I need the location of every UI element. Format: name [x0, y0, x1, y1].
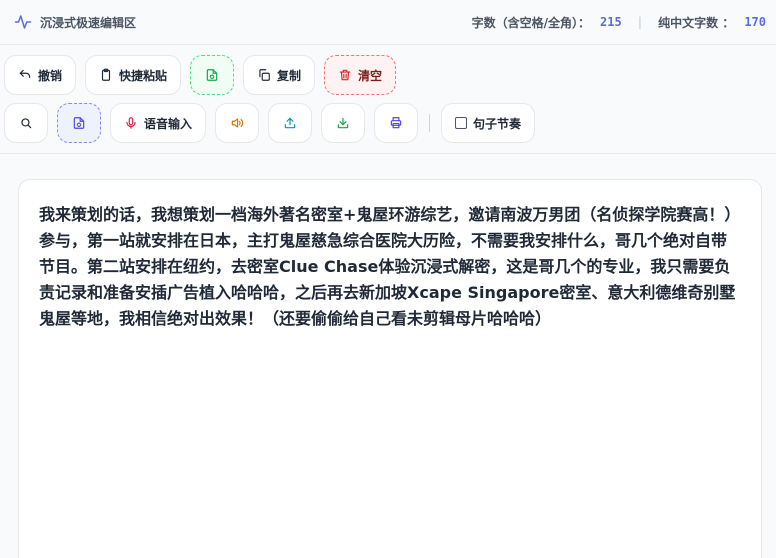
word-stats: 字数（含空格/全角）： 215 | 纯中文字数 ： 170: [472, 14, 766, 31]
header-bar: 沉浸式极速编辑区 字数（含空格/全角）： 215 | 纯中文字数 ： 170: [0, 0, 776, 44]
toolbar-secondary: 语音输入 句子节奏: [4, 103, 536, 143]
upload-icon: [284, 117, 296, 129]
upload-button[interactable]: [268, 103, 313, 143]
stats-separator: |: [637, 15, 643, 29]
undo-icon: [19, 69, 31, 78]
char-count-label: 字数（含空格/全角）：: [471, 15, 591, 30]
undo-button[interactable]: 撤销: [4, 55, 77, 95]
file-sync-icon: [73, 117, 85, 129]
toolbar-primary: 撤销 快捷粘贴 复制 清空: [4, 55, 397, 95]
quick-paste-button[interactable]: 快捷粘贴: [85, 55, 182, 95]
clipboard-icon: [101, 68, 111, 81]
brand: 沉浸式极速编辑区: [14, 13, 136, 31]
format-file-button[interactable]: [57, 103, 101, 143]
sentence-rhythm-checkbox[interactable]: [455, 117, 468, 129]
quick-paste-label: 快捷粘贴: [119, 68, 168, 83]
copy-label: 复制: [277, 68, 302, 83]
pure-chinese-label: 纯中文字数 ：: [658, 15, 735, 30]
file-convert-icon: [206, 69, 218, 81]
toolbar-divider: [0, 153, 776, 154]
print-button[interactable]: [374, 103, 419, 143]
copy-button[interactable]: 复制: [243, 55, 316, 95]
undo-label: 撤销: [38, 68, 63, 83]
editor-area[interactable]: 我来策划的话，我想策划一档海外著名密室+鬼屋环游综艺，邀请南波万男团（名侦探学院…: [18, 179, 762, 558]
clear-label: 清空: [358, 68, 383, 83]
clear-button[interactable]: 清空: [324, 55, 397, 95]
sentence-rhythm-toggle[interactable]: 句子节奏: [441, 103, 536, 143]
char-count-value: 215: [600, 15, 622, 29]
sentence-rhythm-label: 句子节奏: [473, 116, 522, 131]
voice-input-button[interactable]: 语音输入: [110, 103, 207, 143]
app-title: 沉浸式极速编辑区: [40, 15, 137, 30]
speaker-icon: [231, 118, 244, 128]
copy-icon: [259, 69, 270, 81]
microphone-icon: [126, 117, 136, 129]
editor-content[interactable]: 我来策划的话，我想策划一档海外著名密室+鬼屋环游综艺，邀请南波万男团（名侦探学院…: [39, 202, 741, 332]
download-button[interactable]: [321, 103, 366, 143]
voice-input-label: 语音输入: [144, 116, 193, 131]
trash-icon: [339, 69, 351, 81]
pulse-icon: [14, 15, 32, 29]
search-button[interactable]: [4, 103, 48, 143]
pure-chinese-value: 170: [744, 15, 766, 29]
download-icon: [337, 117, 349, 129]
search-icon: [21, 118, 32, 129]
printer-icon: [390, 117, 402, 129]
toolbar-separator: [429, 114, 431, 132]
header-divider: [0, 44, 776, 45]
read-aloud-button[interactable]: [215, 103, 260, 143]
smart-format-button[interactable]: [190, 55, 235, 95]
